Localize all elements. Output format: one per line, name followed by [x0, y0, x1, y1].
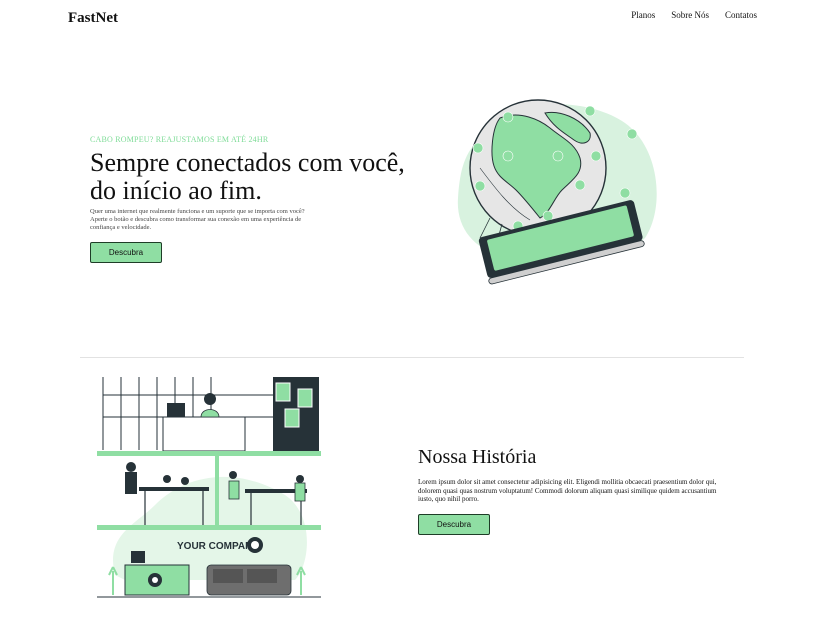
history-title: Nossa História	[418, 446, 537, 468]
nav-item-sobre-nos[interactable]: Sobre Nós	[671, 10, 709, 20]
history-description: Lorem ipsum dolor sit amet consectetur a…	[418, 478, 717, 503]
top-navbar: FastNet Planos Sobre Nós Contatos	[0, 0, 823, 36]
brand-logo[interactable]: FastNet	[68, 10, 118, 27]
office-illustration: YOUR COMPANY	[97, 377, 321, 598]
hero-kicker: CABO ROMPEU? REAJUSTAMOS EM ATÉ 24HR	[90, 135, 269, 144]
history-discover-button[interactable]: Descubra	[418, 514, 490, 535]
nav-menu: Planos Sobre Nós Contatos	[631, 10, 757, 20]
nav-item-planos[interactable]: Planos	[631, 10, 655, 20]
section-divider	[80, 357, 744, 358]
svg-text:YOUR COMPANY: YOUR COMPANY	[177, 541, 259, 552]
hero-discover-button[interactable]: Descubra	[90, 242, 162, 263]
globe-tablet-illustration	[457, 99, 657, 285]
nav-item-contatos[interactable]: Contatos	[725, 10, 757, 20]
hero-description: Quer uma internet que realmente funciona…	[90, 208, 305, 231]
hero-title: Sempre conectados com você, do início ao…	[90, 148, 405, 205]
